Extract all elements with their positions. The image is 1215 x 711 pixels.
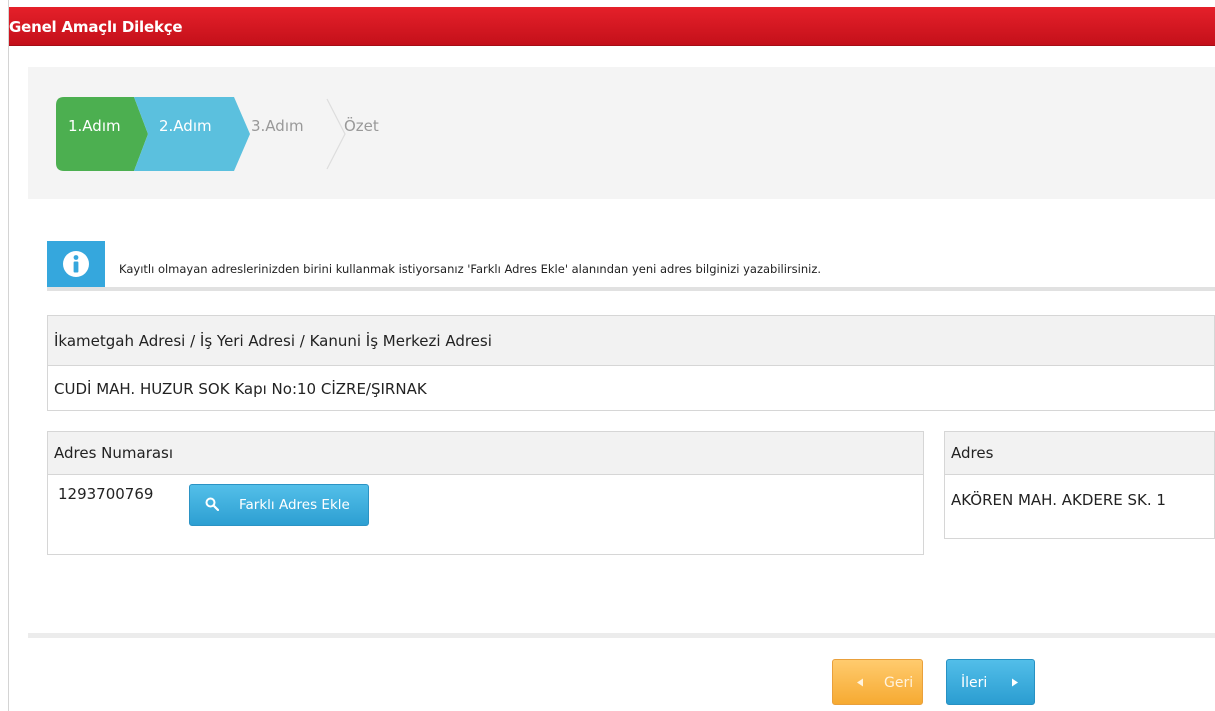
residence-address-value: CUDİ MAH. HUZUR SOK Kapı No:10 CİZRE/ŞIR…	[54, 380, 427, 398]
residence-address-header: İkametgah Adresi / İş Yeri Adresi / Kanu…	[48, 316, 1214, 366]
title-bar: Genel Amaçlı Dilekçe	[9, 7, 1215, 46]
info-text: Kayıtlı olmayan adreslerinizden birini k…	[119, 262, 822, 276]
back-button-label: Geri	[884, 675, 914, 691]
address-number-value: 1293700769	[58, 485, 154, 503]
address-panel: Adres AKÖREN MAH. AKDERE SK. 1	[944, 431, 1215, 539]
next-button[interactable]: İleri	[946, 659, 1035, 705]
search-icon	[205, 497, 219, 511]
add-different-address-label: Farklı Adres Ekle	[239, 497, 350, 513]
back-button[interactable]: Geri	[832, 659, 923, 705]
address-number-header: Adres Numarası	[48, 432, 923, 475]
info-icon	[63, 251, 89, 277]
residence-address-title: İkametgah Adresi / İş Yeri Adresi / Kanu…	[54, 332, 492, 350]
wizard-steps: 1.Adım 2.Adım 3.Adım Özet	[56, 97, 416, 171]
wizard-step-2-label: 2.Adım	[159, 117, 212, 135]
caret-left-icon	[857, 678, 863, 687]
info-icon-box	[47, 241, 105, 287]
address-value: AKÖREN MAH. AKDERE SK. 1	[951, 491, 1166, 509]
footer-divider	[28, 633, 1215, 638]
info-alert: Kayıtlı olmayan adreslerinizden birini k…	[47, 241, 1215, 291]
wizard-step-3-label: 3.Adım	[251, 117, 304, 135]
wizard-step-2[interactable]: 2.Adım	[134, 97, 250, 171]
wizard-bar: 1.Adım 2.Adım 3.Adım Özet	[28, 67, 1215, 199]
address-number-title: Adres Numarası	[54, 444, 174, 462]
next-button-label: İleri	[961, 675, 988, 691]
wizard-step-summary-label: Özet	[344, 117, 379, 135]
page-title: Genel Amaçlı Dilekçe	[9, 18, 183, 36]
caret-right-icon	[1012, 678, 1018, 687]
wizard-step-1-label: 1.Adım	[68, 117, 121, 135]
address-title: Adres	[951, 444, 994, 462]
left-edge	[0, 0, 9, 711]
residence-address-panel: İkametgah Adresi / İş Yeri Adresi / Kanu…	[47, 315, 1215, 411]
address-header: Adres	[945, 432, 1214, 475]
address-number-panel: Adres Numarası 1293700769 Farklı Adres E…	[47, 431, 924, 555]
add-different-address-button[interactable]: Farklı Adres Ekle	[189, 484, 369, 526]
